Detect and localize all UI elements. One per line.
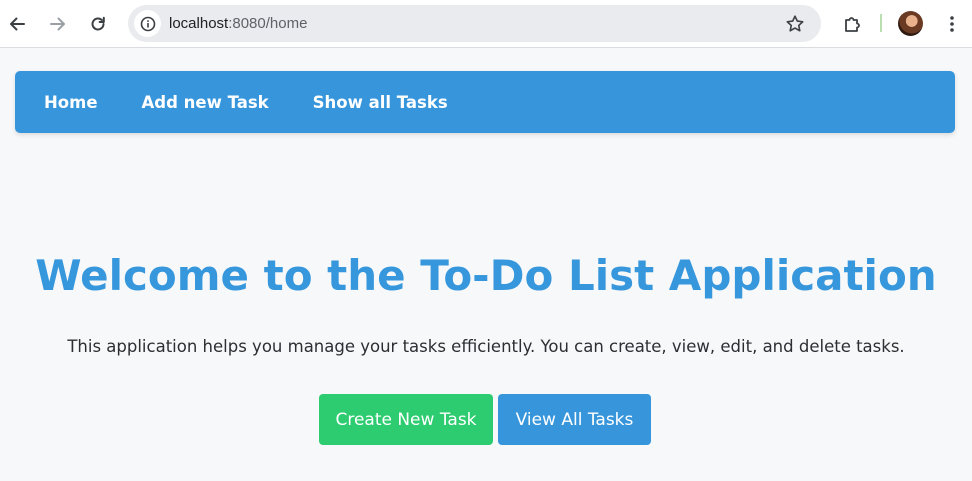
address-bar[interactable]: localhost:8080/home <box>128 5 821 42</box>
app-navbar: Home Add new Task Show all Tasks <box>15 71 955 133</box>
url-host: localhost <box>169 15 229 32</box>
create-new-task-button[interactable]: Create New Task <box>319 394 493 445</box>
url-path: :8080/home <box>228 15 308 32</box>
kebab-menu-icon <box>950 16 954 32</box>
forward-button[interactable] <box>44 10 72 38</box>
puzzle-icon <box>845 17 860 32</box>
url-text[interactable]: localhost:8080/home <box>169 15 307 32</box>
star-icon <box>786 15 804 32</box>
page-description: This application helps you manage your t… <box>67 337 905 356</box>
extensions-button[interactable] <box>840 11 866 37</box>
reload-button[interactable] <box>84 10 112 38</box>
nav-link-show-all-tasks[interactable]: Show all Tasks <box>313 93 448 112</box>
browser-toolbar: localhost:8080/home <box>0 0 972 48</box>
reload-icon <box>91 16 105 31</box>
toolbar-divider <box>880 14 882 32</box>
nav-link-add-new-task[interactable]: Add new Task <box>142 93 269 112</box>
arrow-right-icon <box>50 17 65 31</box>
site-info-button[interactable] <box>134 10 161 37</box>
arrow-left-icon <box>10 17 25 31</box>
nav-link-home[interactable]: Home <box>44 93 98 112</box>
view-all-tasks-button[interactable]: View All Tasks <box>498 394 651 445</box>
browser-menu-button[interactable] <box>940 11 964 37</box>
page-title: Welcome to the To-Do List Application <box>35 251 937 300</box>
bookmark-button[interactable] <box>784 13 806 35</box>
back-button[interactable] <box>3 10 31 38</box>
info-icon <box>140 16 155 31</box>
avatar[interactable] <box>898 11 923 36</box>
